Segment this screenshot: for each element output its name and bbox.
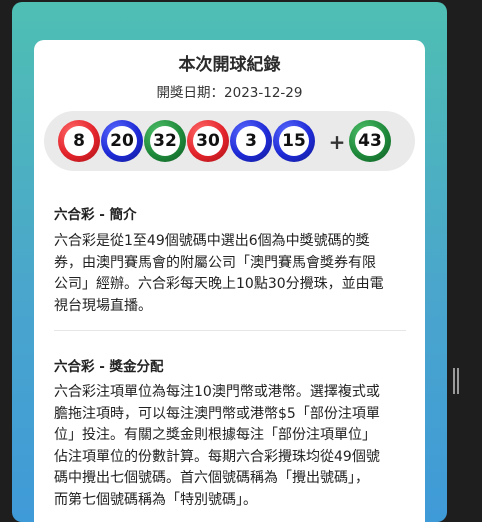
section-text-intro: 六合彩是從1至49個號碼中選出6個為中獎號碼的獎 券，由澳門賽馬會的附屬公司「澳… — [54, 231, 406, 317]
draw-date: 開獎日期：2023-12-29 — [34, 81, 425, 101]
draw-record-card: 本次開球紀錄 開獎日期：2023-12-29 8 20 32 30 3 15 + — [34, 40, 425, 522]
lottery-ball-5: 3 — [230, 120, 272, 162]
app-frame: 本次開球紀錄 開獎日期：2023-12-29 8 20 32 30 3 15 + — [12, 2, 447, 522]
lottery-ball-3: 32 — [144, 120, 186, 162]
ball-number: 20 — [107, 126, 137, 156]
drawn-numbers-bar: 8 20 32 30 3 15 + 43 — [44, 111, 415, 171]
ball-number: 32 — [150, 126, 180, 156]
ball-number: 3 — [236, 126, 266, 156]
plus-sign: + — [328, 130, 346, 154]
section-heading-intro: 六合彩 - 簡介 — [54, 207, 137, 223]
text-line: 視台現場直播。 — [54, 297, 152, 314]
section-heading-prize: 六合彩 - 獎金分配 — [54, 359, 164, 375]
ball-number: 43 — [355, 126, 385, 156]
resize-grip-line — [453, 368, 455, 394]
draw-date-label: 開獎日期： — [156, 85, 225, 101]
text-line: 公司」經辦。六合彩每天晚上10點30分攪珠，並由電 — [54, 276, 384, 292]
text-line: 碼中攪出七個號碼。首六個號碼稱為「攪出號碼」， — [54, 470, 369, 486]
text-line: 而第七個號碼稱為「特別號碼」。 — [54, 491, 257, 508]
special-ball: 43 — [349, 120, 391, 162]
text-line: 佔注項單位的份數計算。每期六合彩攪珠均從49個號 — [54, 448, 380, 465]
resize-grip-line — [457, 368, 459, 394]
text-line: 膽拖注項時，可以每注澳門幣或港幣$5「部份注項單 — [54, 405, 380, 422]
lottery-ball-1: 8 — [58, 120, 100, 162]
lottery-ball-6: 15 — [273, 120, 315, 162]
text-line: 六合彩是從1至49個號碼中選出6個為中獎號碼的獎 — [54, 233, 370, 249]
ball-number: 15 — [279, 126, 309, 156]
draw-date-value: 2023-12-29 — [224, 85, 303, 101]
text-line: 位」投注。有關之獎金則根據每注「部份注項單位」 — [54, 427, 376, 443]
panel-resize-handle[interactable] — [453, 368, 460, 394]
ball-number: 8 — [64, 126, 94, 156]
section-text-prize: 六合彩注項單位為每注10澳門幣或港幣。選擇複式或 膽拖注項時，可以每注澳門幣或港… — [54, 382, 406, 511]
ball-number: 30 — [193, 126, 223, 156]
lottery-ball-2: 20 — [101, 120, 143, 162]
text-line: 六合彩注項單位為每注10澳門幣或港幣。選擇複式或 — [54, 384, 380, 400]
text-line: 券，由澳門賽馬會的附屬公司「澳門賽馬會獎券有限 — [54, 254, 376, 271]
section-divider — [54, 330, 406, 331]
page-title: 本次開球紀錄 — [178, 55, 281, 75]
lottery-ball-4: 30 — [187, 120, 229, 162]
